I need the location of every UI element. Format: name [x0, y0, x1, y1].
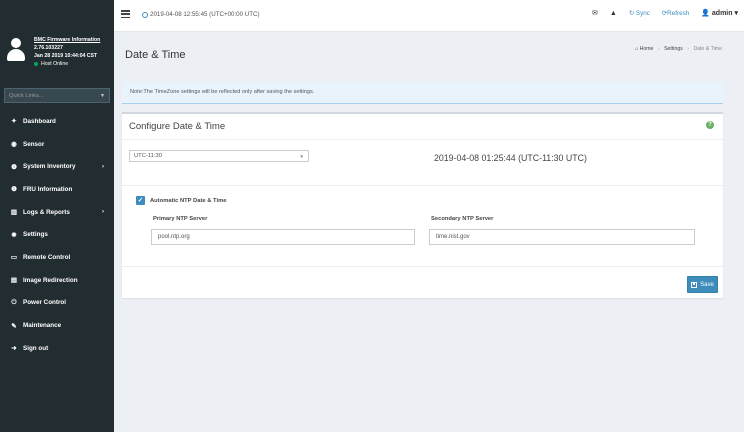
form-title: Configure Date & Time — [129, 121, 226, 132]
sidebar: BMC Firmware Information 2.76.103227 Jan… — [0, 0, 114, 432]
host-status-label: Host Online — [41, 61, 69, 67]
sync-label: Sync — [635, 9, 650, 17]
quick-links-select[interactable]: Quick Links... ▼ — [4, 88, 110, 103]
divider — [122, 185, 723, 186]
ntp-checkbox[interactable]: ✓ — [136, 196, 145, 205]
warning-icon[interactable]: ▲ — [610, 10, 617, 17]
firmware-info: BMC Firmware Information 2.76.103227 Jan… — [34, 36, 100, 68]
breadcrumb-settings[interactable]: Settings — [664, 46, 683, 52]
envelope-icon[interactable]: ✉ — [592, 9, 598, 17]
save-button[interactable]: Save — [687, 276, 718, 293]
status-dot-icon — [34, 62, 38, 66]
chevron-down-icon: ▼ — [100, 92, 105, 99]
ntp-checkbox-row[interactable]: ✓ Automatic NTP Date & Time — [136, 196, 226, 205]
sidebar-item-dashboard[interactable]: ✦ Dashboard — [0, 110, 114, 133]
sidebar-item-system-inventory[interactable]: ❶ System Inventory › — [0, 155, 114, 178]
sidebar-item-label: Settings — [23, 231, 48, 239]
sidebar-item-label: Power Control — [23, 299, 67, 307]
chevron-right-icon: › — [102, 163, 104, 170]
floppy-icon — [691, 281, 698, 288]
divider — [122, 139, 723, 140]
disk-icon: ▤ — [10, 277, 18, 285]
header-clock: 2019-04-08 12:55:45 (UTC+00:00 UTC) — [142, 11, 260, 18]
refresh-button[interactable]: ⟳Refresh — [662, 10, 689, 17]
sidebar-item-label: FRU Information — [23, 185, 73, 193]
sidebar-item-sign-out[interactable]: ➜ Sign out — [0, 337, 114, 360]
divider — [122, 266, 723, 267]
primary-ntp-input[interactable]: pool.ntp.org — [151, 229, 415, 245]
secondary-ntp-input[interactable]: time.nist.gov — [429, 229, 695, 245]
refresh-label: Refresh — [667, 9, 690, 17]
main-content: Date & Time ⌂ Home › Settings › Date & T… — [114, 32, 744, 432]
timezone-value: UTC-11:30 — [134, 153, 162, 159]
sidebar-item-label: Sensor — [23, 140, 45, 148]
sidebar-item-label: System Inventory — [23, 163, 76, 171]
chevron-right-icon: › — [102, 209, 104, 216]
menu-toggle-icon[interactable] — [121, 10, 130, 19]
sidebar-item-label: Logs & Reports — [23, 208, 70, 216]
sidebar-item-label: Image Redirection — [23, 276, 78, 284]
secondary-ntp-label: Secondary NTP Server — [431, 216, 494, 222]
sidebar-item-power-control[interactable]: ⏻ Power Control — [0, 292, 114, 315]
page-title: Date & Time — [125, 49, 186, 61]
chevron-down-icon: ▼ — [299, 153, 304, 159]
save-label: Save — [700, 281, 714, 288]
quick-links-placeholder: Quick Links... — [9, 92, 44, 99]
power-icon: ⏻ — [11, 298, 17, 306]
ntp-checkbox-label: Automatic NTP Date & Time — [150, 197, 227, 204]
sidebar-item-sensor[interactable]: ◉ Sensor — [0, 133, 114, 156]
breadcrumb: ⌂ Home › Settings › Date & Time — [634, 46, 722, 52]
user-label: admin — [711, 10, 733, 17]
top-header: 2019-04-08 12:55:45 (UTC+00:00 UTC) ✉ ▲ … — [114, 0, 744, 32]
firmware-info-link[interactable]: BMC Firmware Information — [34, 36, 100, 44]
host-status: Host Online — [34, 60, 100, 68]
breadcrumb-home[interactable]: Home — [640, 46, 654, 52]
home-icon: ⌂ — [634, 46, 639, 52]
firmware-version: 2.76.103227 — [34, 45, 63, 51]
info-icon: ❶ — [11, 163, 17, 171]
sidebar-item-label: Remote Control — [23, 253, 71, 261]
primary-ntp-label: Primary NTP Server — [153, 216, 208, 222]
sidebar-item-image-redirection[interactable]: ▤ Image Redirection — [0, 269, 114, 292]
header-datetime: 2019-04-08 12:55:45 (UTC+00:00 UTC) — [150, 11, 260, 18]
user-menu[interactable]: 👤 admin ▾ — [701, 9, 738, 17]
sidebar-item-maintenance[interactable]: ✎ Maintenance — [0, 314, 114, 337]
breadcrumb-current: Date & Time — [693, 46, 722, 52]
firmware-build-date: Jan 28 2019 10:44:04 CST — [34, 53, 98, 59]
user-icon: 👤 — [701, 10, 710, 17]
sidebar-item-label: Sign out — [23, 344, 49, 352]
timezone-select[interactable]: UTC-11:30 ▼ — [129, 150, 309, 162]
monitor-icon: ▭ — [10, 254, 18, 262]
timezone-note: Note:The TimeZone settings will be refle… — [122, 82, 723, 104]
wrench-icon: ✎ — [11, 322, 17, 330]
header-actions: ✉ ▲ ↻ Sync ⟳Refresh 👤 admin ▾ — [592, 9, 738, 18]
user-panel: BMC Firmware Information 2.76.103227 Jan… — [0, 0, 114, 76]
sidebar-menu: ✦ Dashboard ◉ Sensor ❶ System Inventory … — [0, 110, 114, 360]
gear-icon: ✹ — [11, 231, 17, 239]
date-time-form: Configure Date & Time ? UTC-11:30 ▼ 2019… — [122, 112, 723, 298]
sidebar-item-label: Maintenance — [23, 322, 62, 330]
sidebar-item-remote-control[interactable]: ▭ Remote Control — [0, 246, 114, 269]
dashboard-icon: ✦ — [11, 118, 17, 126]
sync-button[interactable]: ↻ Sync — [629, 10, 650, 17]
sidebar-item-label: Dashboard — [23, 117, 56, 125]
chart-icon: ▥ — [10, 209, 18, 217]
info-icon: ❶ — [11, 186, 17, 194]
sidebar-item-settings[interactable]: ✹ Settings — [0, 223, 114, 246]
signout-icon: ➜ — [11, 345, 17, 353]
sidebar-item-logs-reports[interactable]: ▥ Logs & Reports › — [0, 201, 114, 224]
avatar — [6, 38, 26, 62]
help-icon[interactable]: ? — [706, 121, 714, 129]
sidebar-item-fru-information[interactable]: ❶ FRU Information — [0, 178, 114, 201]
sensor-icon: ◉ — [11, 141, 17, 149]
clock-icon — [142, 11, 148, 18]
current-datetime: 2019-04-08 01:25:44 (UTC-11:30 UTC) — [434, 153, 587, 163]
